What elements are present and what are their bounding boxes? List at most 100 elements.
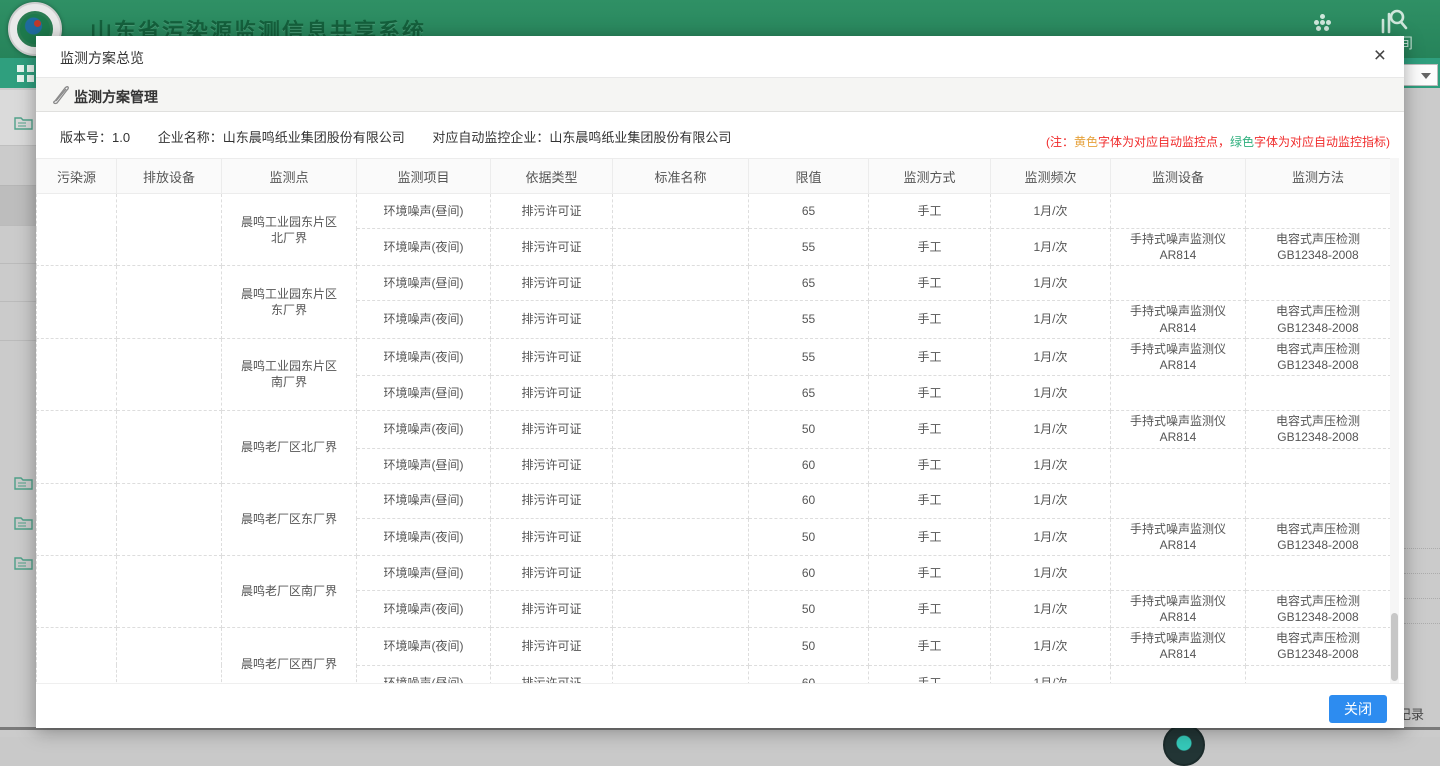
monitor-item-cell: 环境噪声(夜间) — [357, 411, 491, 448]
monitor-mode-cell: 手工 — [869, 229, 991, 266]
floating-badge — [1163, 724, 1205, 766]
device-cell: 手持式噪声监测仪AR814 — [1111, 518, 1246, 555]
table-row: 晨鸣工业园东片区东厂界环境噪声(昼间)排污许可证65手工1月/次 — [37, 266, 1391, 301]
folder-icon — [14, 555, 33, 570]
frequency-cell: 1月/次 — [991, 376, 1111, 411]
table-scrollbar — [1390, 158, 1399, 683]
method-cell: 电容式声压检测GB12348-2008 — [1246, 338, 1391, 375]
method-cell: 电容式声压检测GB12348-2008 — [1246, 518, 1391, 555]
monitor-item-cell: 环境噪声(昼间) — [357, 448, 491, 483]
plan-info-bar: 版本号：1.0 企业名称：山东晨鸣纸业集团股份有限公司 对应自动监控企业：山东晨… — [36, 112, 1404, 158]
column-header: 污染源 — [37, 159, 117, 194]
close-icon[interactable]: × — [1374, 45, 1386, 67]
close-button[interactable]: 关闭 — [1329, 695, 1387, 723]
standard-name-cell — [613, 518, 749, 555]
limit-cell: 50 — [749, 411, 869, 448]
discharge-equipment-cell — [117, 411, 222, 483]
method-cell: 电容式声压检测GB12348-2008 — [1246, 590, 1391, 627]
frequency-cell: 1月/次 — [991, 628, 1111, 665]
column-header: 监测频次 — [991, 159, 1111, 194]
device-cell — [1111, 448, 1246, 483]
monitor-item-cell: 环境噪声(夜间) — [357, 628, 491, 665]
modal-title: 监测方案总览 — [60, 48, 144, 68]
limit-cell: 65 — [749, 376, 869, 411]
basis-type-cell: 排污许可证 — [491, 555, 613, 590]
device-cell: 手持式噪声监测仪AR814 — [1111, 301, 1246, 338]
monitoring-point-cell: 晨鸣工业园东片区北厂界 — [222, 194, 357, 266]
monitor-mode-cell: 手工 — [869, 411, 991, 448]
limit-cell: 50 — [749, 628, 869, 665]
basis-type-cell: 排污许可证 — [491, 194, 613, 229]
device-cell — [1111, 555, 1246, 590]
apps-grid-icon[interactable] — [1314, 14, 1332, 32]
device-cell — [1111, 483, 1246, 518]
pollution-source-cell — [37, 266, 117, 338]
limit-cell: 55 — [749, 229, 869, 266]
pollution-source-cell — [37, 194, 117, 266]
basis-type-cell: 排污许可证 — [491, 590, 613, 627]
frequency-cell: 1月/次 — [991, 194, 1111, 229]
basis-type-cell: 排污许可证 — [491, 338, 613, 375]
modal-footer: 关闭 — [36, 683, 1404, 728]
pen-icon — [51, 85, 71, 110]
method-cell: 电容式声压检测GB12348-2008 — [1246, 411, 1391, 448]
version-value: 1.0 — [112, 130, 130, 145]
menu-grid-icon[interactable] — [17, 65, 34, 82]
basis-type-cell: 排污许可证 — [491, 376, 613, 411]
standard-name-cell — [613, 411, 749, 448]
device-cell — [1111, 194, 1246, 229]
frequency-cell: 1月/次 — [991, 266, 1111, 301]
color-legend-note: (注：黄色字体为对应自动监控点，绿色字体为对应自动监控指标) — [1046, 133, 1390, 150]
column-header: 监测方法 — [1246, 159, 1391, 194]
pollution-source-cell — [37, 338, 117, 410]
method-cell — [1246, 266, 1391, 301]
modal-titlebar: 监测方案总览 × — [36, 36, 1404, 78]
limit-cell: 60 — [749, 448, 869, 483]
standard-name-cell — [613, 555, 749, 590]
folder-icon — [14, 115, 33, 130]
device-cell: 手持式噪声监测仪AR814 — [1111, 338, 1246, 375]
frequency-cell: 1月/次 — [991, 448, 1111, 483]
limit-cell: 50 — [749, 590, 869, 627]
background-dropdown[interactable] — [1398, 64, 1438, 86]
frequency-cell: 1月/次 — [991, 518, 1111, 555]
column-header: 标准名称 — [613, 159, 749, 194]
company-value: 山东晨鸣纸业集团股份有限公司 — [223, 130, 405, 145]
standard-name-cell — [613, 338, 749, 375]
column-header: 监测点 — [222, 159, 357, 194]
monitor-item-cell: 环境噪声(夜间) — [357, 301, 491, 338]
monitoring-point-cell: 晨鸣工业园东片区南厂界 — [222, 338, 357, 410]
monitor-mode-cell: 手工 — [869, 555, 991, 590]
monitoring-plan-table: 污染源排放设备监测点监测项目依据类型标准名称限值监测方式监测频次监测设备监测方法… — [36, 158, 1391, 701]
pollution-source-cell — [37, 411, 117, 483]
scrollbar-thumb[interactable] — [1391, 613, 1398, 681]
basis-type-cell: 排污许可证 — [491, 266, 613, 301]
monitor-mode-cell: 手工 — [869, 194, 991, 229]
discharge-equipment-cell — [117, 555, 222, 627]
section-header: 监测方案管理 — [36, 78, 1404, 112]
monitor-mode-cell: 手工 — [869, 338, 991, 375]
monitoring-point-cell: 晨鸣老厂区东厂界 — [222, 483, 357, 555]
monitor-item-cell: 环境噪声(昼间) — [357, 555, 491, 590]
device-cell: 手持式噪声监测仪AR814 — [1111, 229, 1246, 266]
device-cell: 手持式噪声监测仪AR814 — [1111, 628, 1246, 665]
standard-name-cell — [613, 376, 749, 411]
folder-icon — [14, 515, 33, 530]
limit-cell: 65 — [749, 266, 869, 301]
standard-name-cell — [613, 229, 749, 266]
basis-type-cell: 排污许可证 — [491, 301, 613, 338]
monitor-mode-cell: 手工 — [869, 483, 991, 518]
section-title: 监测方案管理 — [74, 87, 158, 107]
basis-type-cell: 排污许可证 — [491, 448, 613, 483]
column-header: 监测项目 — [357, 159, 491, 194]
table-row: 晨鸣老厂区南厂界环境噪声(昼间)排污许可证60手工1月/次 — [37, 555, 1391, 590]
monitor-mode-cell: 手工 — [869, 448, 991, 483]
monitor-item-cell: 环境噪声(夜间) — [357, 338, 491, 375]
discharge-equipment-cell — [117, 266, 222, 338]
method-cell: 电容式声压检测GB12348-2008 — [1246, 301, 1391, 338]
basis-type-cell: 排污许可证 — [491, 483, 613, 518]
pollution-source-cell — [37, 555, 117, 627]
monitor-mode-cell: 手工 — [869, 376, 991, 411]
monitor-mode-cell: 手工 — [869, 266, 991, 301]
monitoring-point-cell: 晨鸣老厂区北厂界 — [222, 411, 357, 483]
